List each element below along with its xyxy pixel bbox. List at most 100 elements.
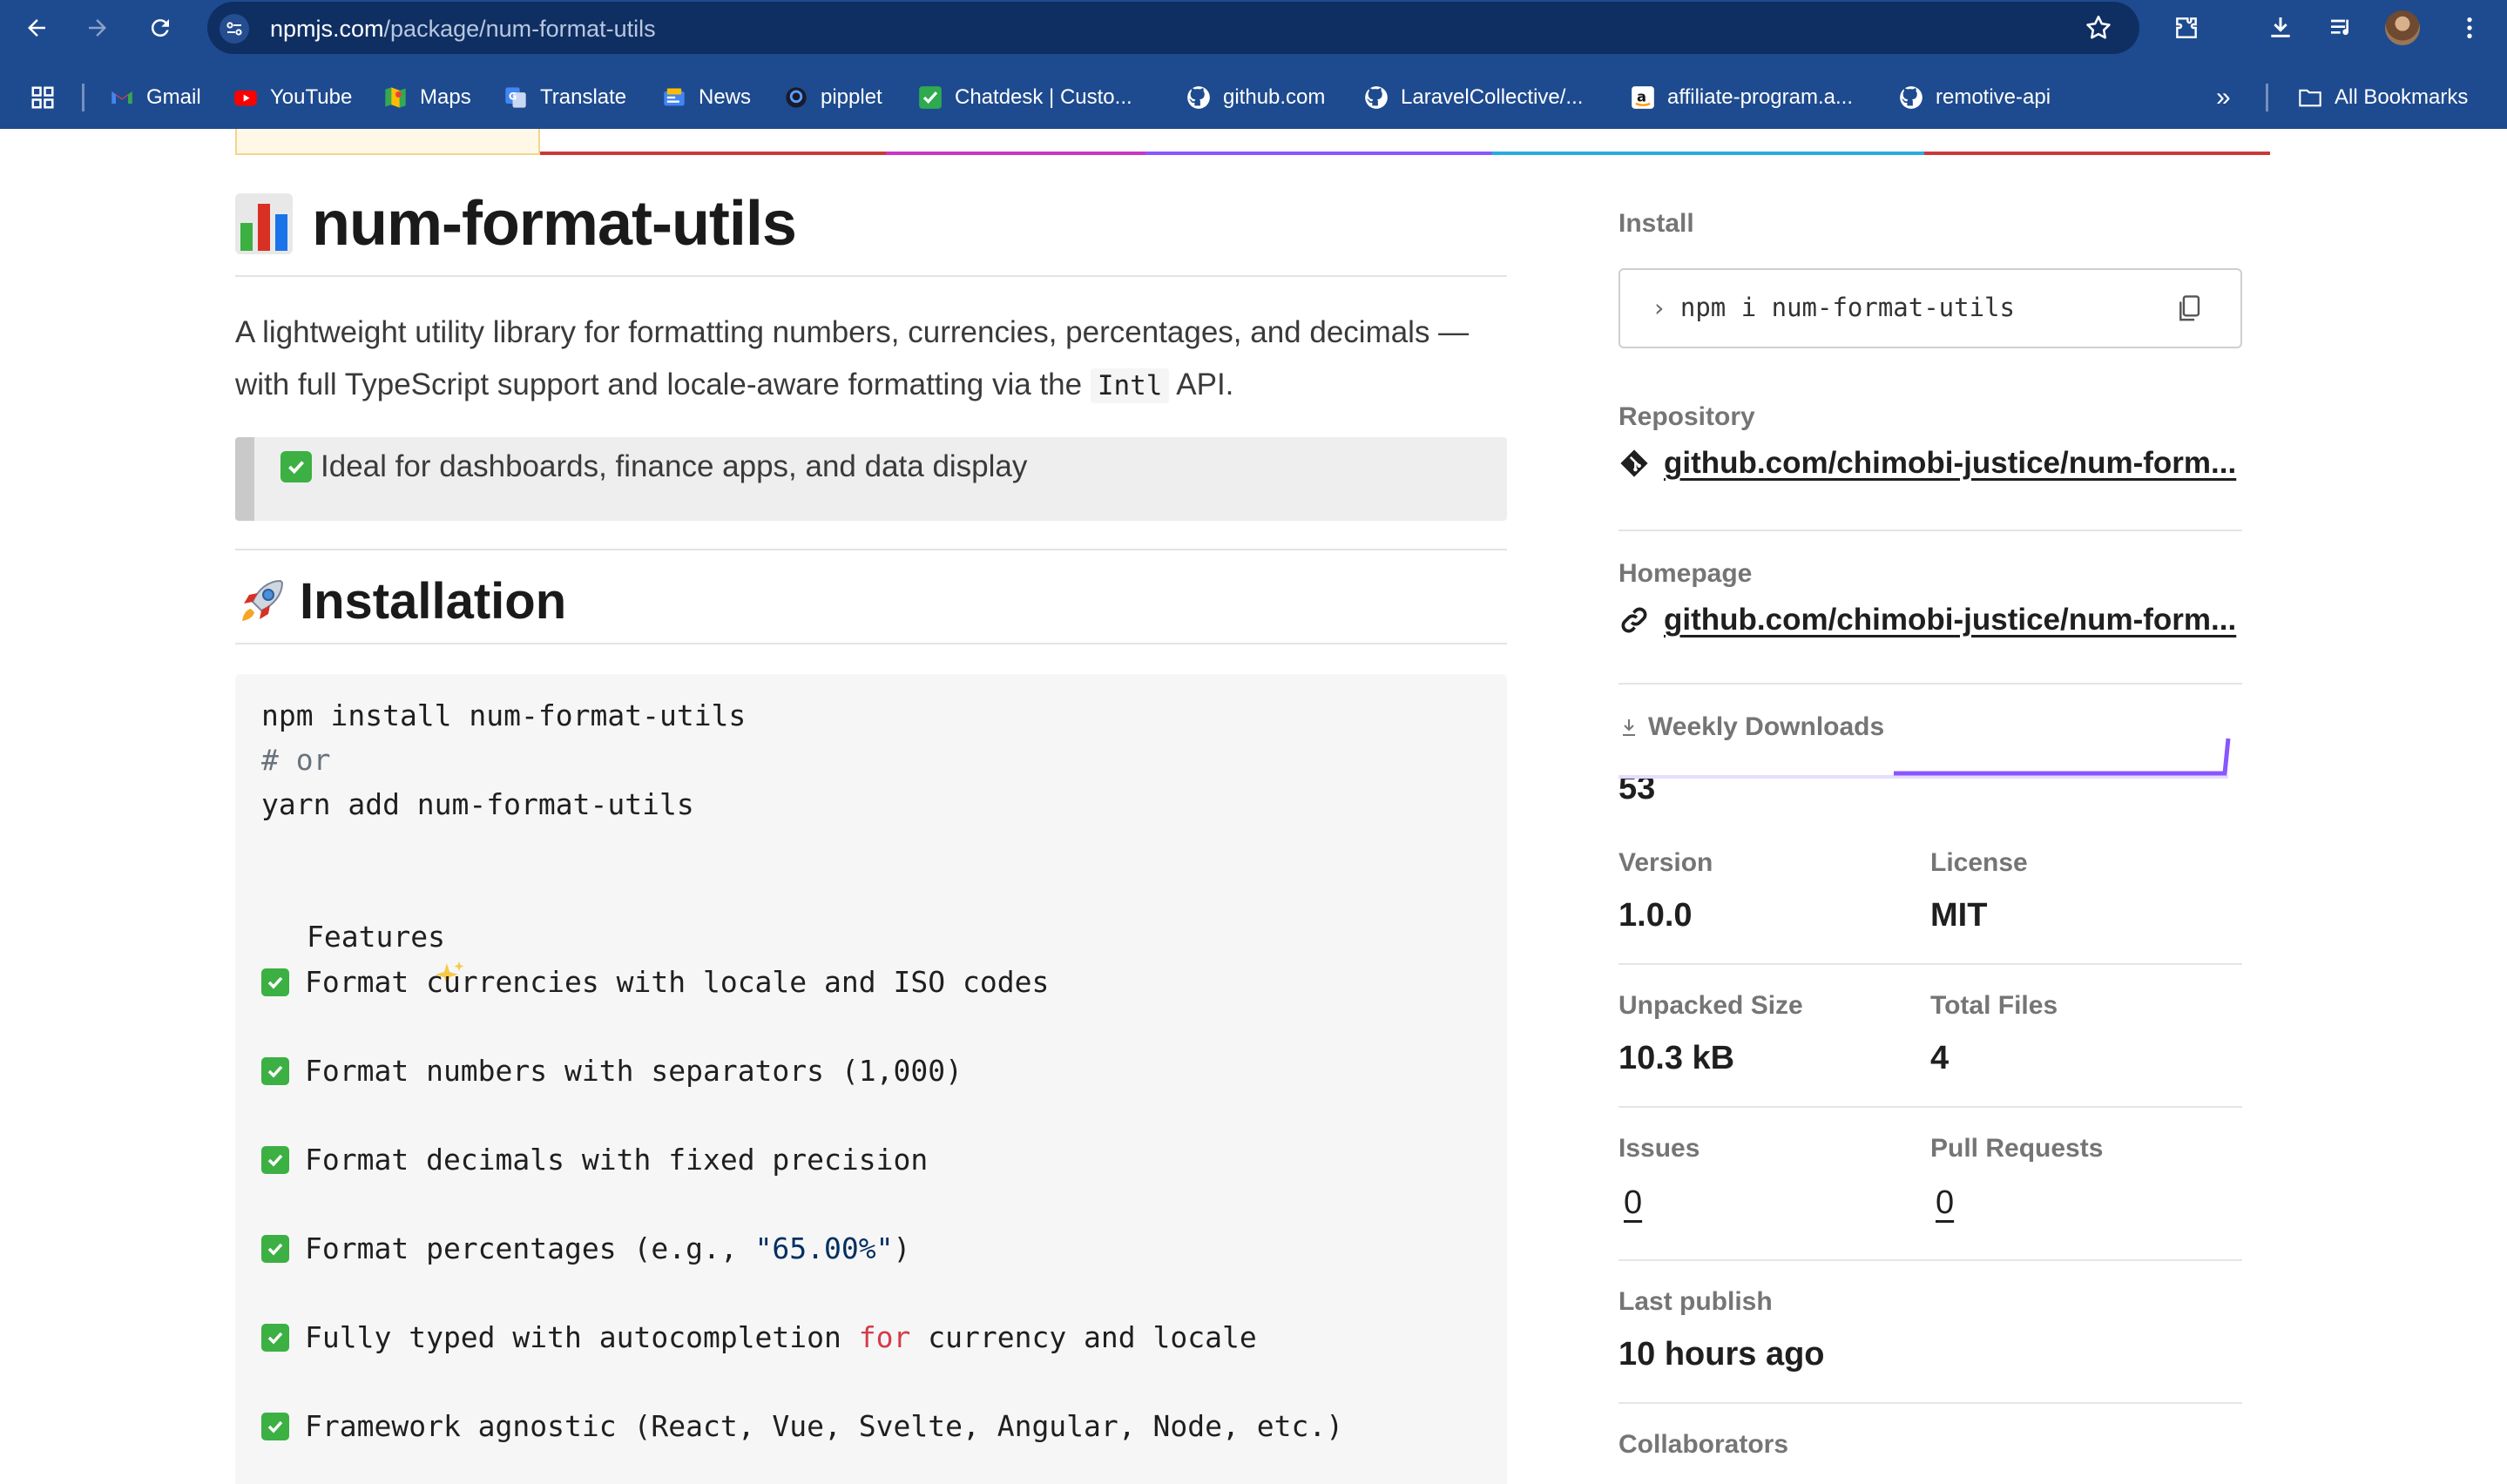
installation-heading: Installation <box>235 566 566 636</box>
downloads-button[interactable] <box>2263 10 2298 45</box>
back-button[interactable] <box>17 9 56 47</box>
blockquote: Ideal for dashboards, finance apps, and … <box>235 437 1507 521</box>
reload-button[interactable] <box>141 9 179 47</box>
bookmark-label: Chatdesk | Custo... <box>955 85 1132 109</box>
description-text: API. <box>1176 368 1234 401</box>
feature-line: Format numbers with separators (1,000) <box>261 1052 963 1090</box>
bookmark-maps[interactable]: Maps <box>383 80 471 115</box>
bookmarks-divider <box>2266 84 2268 111</box>
more-bookmarks-button[interactable]: » <box>2216 80 2231 115</box>
repository-link-text[interactable]: github.com/chimobi-justice/num-form... <box>1664 446 2236 481</box>
inline-code: Intl <box>1090 368 1170 403</box>
blockquote-text: Ideal for dashboards, finance apps, and … <box>280 448 1027 486</box>
bookmark-pipplet[interactable]: pipplet <box>784 80 882 115</box>
link-icon <box>1618 604 1650 636</box>
chatdesk-icon <box>918 85 943 110</box>
site-info-button[interactable] <box>220 14 249 44</box>
repository-label: Repository <box>1618 402 1755 431</box>
package-description: A lightweight utility library for format… <box>235 307 1507 412</box>
feature-text: currency and locale <box>910 1320 1257 1354</box>
feature-line: Format currencies with locale and ISO co… <box>261 963 1049 1002</box>
check-mark-icon <box>261 1324 289 1352</box>
bookmark-translate[interactable]: G Translate <box>503 80 626 115</box>
profile-avatar[interactable] <box>2385 10 2420 45</box>
install-command-box[interactable]: › npm i num-format-utils <box>1618 268 2242 348</box>
last-publish-label: Last publish <box>1618 1287 1773 1316</box>
bookmark-label: Translate <box>540 85 627 109</box>
chrome-menu-button[interactable] <box>2452 10 2487 45</box>
divider <box>1618 1402 2242 1404</box>
bookmark-label: LaravelCollective/... <box>1401 85 1584 109</box>
extensions-button[interactable] <box>2169 10 2204 45</box>
installation-heading-text: Installation <box>300 572 567 630</box>
check-mark-icon <box>261 968 289 996</box>
homepage-link[interactable]: github.com/chimobi-justice/num-form... <box>1618 603 2236 637</box>
media-control-button[interactable] <box>2324 10 2359 45</box>
code-line: npm install num-format-utils <box>261 698 747 732</box>
code-block[interactable]: npm install num-format-utils # or yarn a… <box>235 674 1507 1484</box>
bookmark-github[interactable]: github.com <box>1186 80 1325 115</box>
install-command-text: npm i num-format-utils <box>1679 293 2015 322</box>
arrow-right-icon <box>89 19 106 37</box>
bookmark-label: News <box>699 85 752 109</box>
bookmark-youtube[interactable]: YouTube <box>233 80 352 115</box>
feature-line: Format decimals with fixed precision <box>261 1141 928 1179</box>
copy-icon[interactable] <box>2176 294 2202 324</box>
package-title: num-format-utils <box>235 185 797 263</box>
homepage-link-text[interactable]: github.com/chimobi-justice/num-form... <box>1664 603 2236 637</box>
pull-requests-link[interactable]: 0 <box>1936 1184 1954 1222</box>
apps-button[interactable] <box>30 80 56 115</box>
pull-requests-label: Pull Requests <box>1930 1134 2104 1163</box>
feature-text: Fully typed with autocompletion <box>305 1320 859 1354</box>
svg-text:a: a <box>1637 89 1646 105</box>
all-bookmarks-button[interactable]: All Bookmarks <box>2298 80 2468 115</box>
feature-text: ) <box>893 1231 911 1265</box>
code-line: yarn add num-format-utils <box>261 787 694 821</box>
rocket-icon <box>242 579 284 621</box>
bookmark-star-button[interactable] <box>2084 13 2113 43</box>
reload-icon <box>151 19 169 37</box>
bookmark-chatdesk[interactable]: Chatdesk | Custo... <box>918 80 1132 115</box>
news-icon <box>662 85 686 110</box>
features-label: Features <box>307 920 445 954</box>
total-files-value: 4 <box>1930 1040 1950 1076</box>
divider <box>235 275 1507 277</box>
bookmark-label: pipplet <box>821 85 882 109</box>
youtube-icon <box>233 85 258 110</box>
issues-link[interactable]: 0 <box>1624 1184 1642 1222</box>
npm-package-page: num-format-utils A lightweight utility l… <box>0 129 2507 1484</box>
tune-icon <box>226 22 242 36</box>
code-keyword: for <box>858 1320 911 1354</box>
downloads-sparkline <box>1618 738 2231 779</box>
install-label: Install <box>1618 209 1694 238</box>
code-comment: # or <box>261 743 331 777</box>
url-text[interactable]: npmjs.com/package/num-format-utils <box>270 14 656 44</box>
issues-label: Issues <box>1618 1134 1700 1163</box>
check-mark-icon <box>261 1235 289 1263</box>
tabs-underline <box>540 152 2270 155</box>
feature-text: Framework agnostic (React, Vue, Svelte, … <box>305 1409 1344 1443</box>
last-publish-value: 10 hours ago <box>1618 1336 1825 1373</box>
bookmark-affiliate-program[interactable]: a affiliate-program.a... <box>1631 80 1853 115</box>
double-chevron-icon: » <box>2216 83 2231 111</box>
browser-chrome: npmjs.com/package/num-format-utils Gmail… <box>0 0 2507 129</box>
puzzle-icon <box>2176 17 2197 38</box>
divider <box>1618 1259 2242 1261</box>
features-line: Features <box>261 918 464 986</box>
star-icon <box>2086 15 2111 39</box>
bookmark-news[interactable]: News <box>662 80 751 115</box>
check-mark-icon <box>261 1057 289 1085</box>
more-vert-icon <box>2467 17 2472 38</box>
repository-link[interactable]: github.com/chimobi-justice/num-form... <box>1618 446 2236 481</box>
bookmark-gmail[interactable]: Gmail <box>110 80 201 115</box>
translate-icon: G <box>503 85 528 110</box>
grid-icon <box>31 86 54 109</box>
bookmark-laravelcollective[interactable]: LaravelCollective/... <box>1364 80 1583 115</box>
check-mark-icon <box>261 1146 289 1174</box>
forward-button[interactable] <box>78 9 117 47</box>
divider <box>1618 963 2242 965</box>
homepage-label: Homepage <box>1618 559 1753 588</box>
address-bar[interactable]: npmjs.com/package/num-format-utils <box>207 2 2139 54</box>
url-path: /package/num-format-utils <box>383 16 656 42</box>
bookmark-remotive-api[interactable]: remotive-api <box>1899 80 2051 115</box>
